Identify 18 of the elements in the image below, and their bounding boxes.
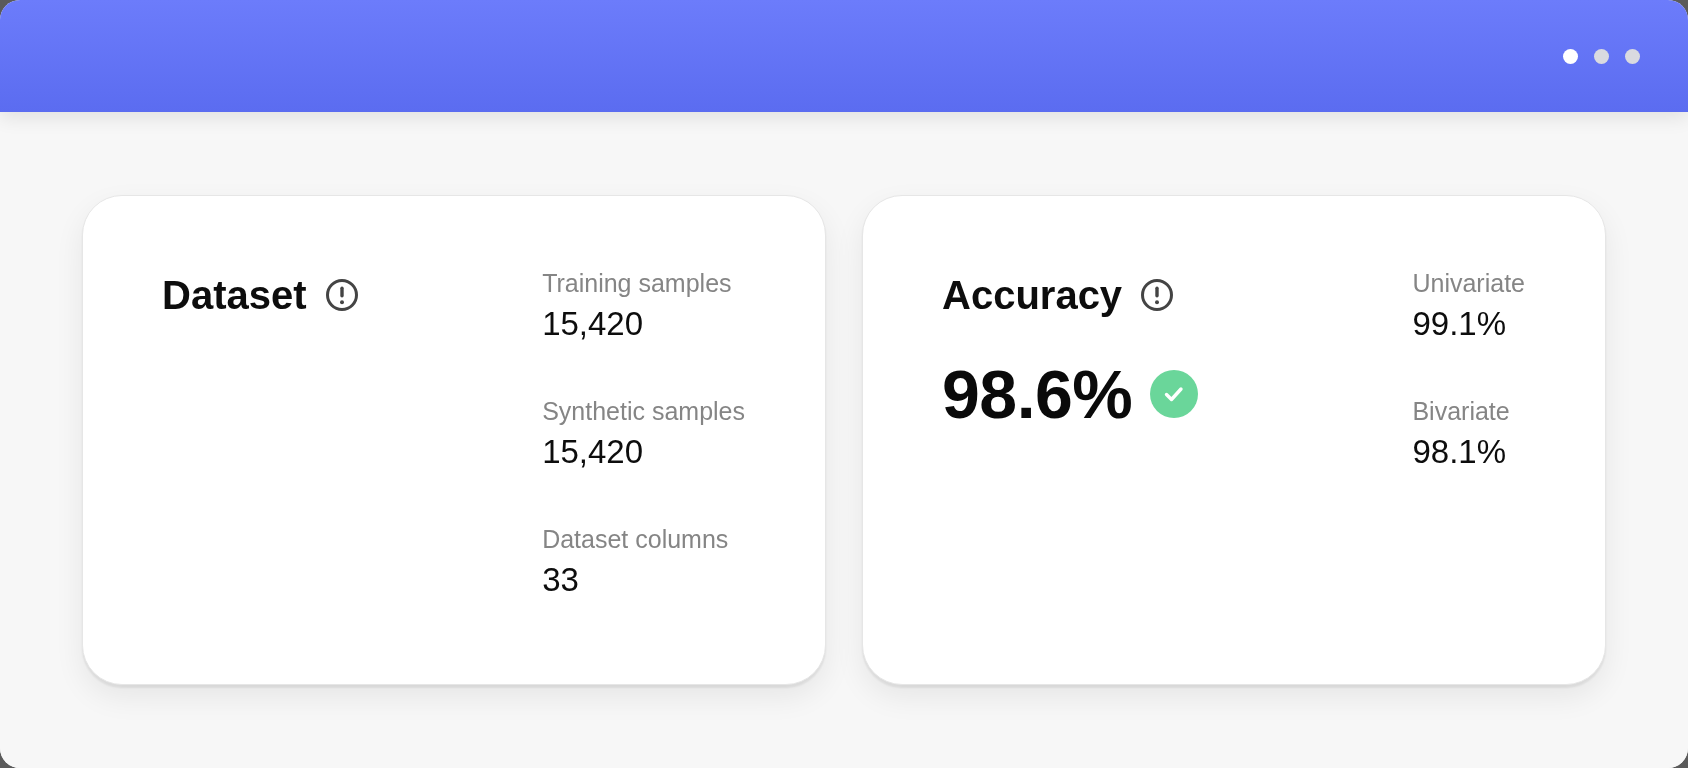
stat-value: 98.1%	[1412, 432, 1507, 472]
page-dot[interactable]	[1563, 48, 1578, 64]
stat-value: 99.1%	[1412, 304, 1507, 344]
stat-label: Synthetic samples	[542, 396, 745, 426]
exclamation-circle-icon	[324, 278, 359, 312]
stat-label: Bivariate	[1412, 396, 1511, 426]
stat-value: 33	[542, 560, 580, 600]
card-title: Dataset	[162, 272, 307, 319]
stat-label: Training samples	[542, 268, 733, 298]
page-dot[interactable]	[1625, 48, 1640, 64]
stat-label: Univariate	[1412, 268, 1525, 298]
page-dot[interactable]	[1594, 48, 1609, 64]
exclamation-circle-icon	[1140, 278, 1175, 312]
stat-value: 15,420	[542, 432, 645, 472]
card-title: Accuracy	[942, 272, 1123, 319]
accuracy-value: 98.6%	[942, 355, 1133, 434]
stat-label: Dataset columns	[542, 524, 730, 554]
stat-value: 15,420	[542, 304, 645, 344]
